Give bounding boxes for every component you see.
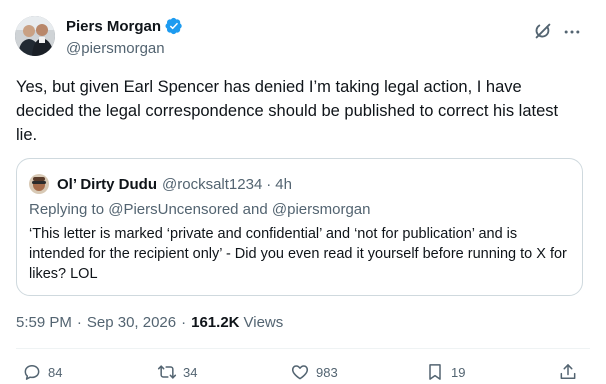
- replying-prefix: Replying to: [29, 201, 109, 218]
- quote-card[interactable]: Ol’ Dirty Dudu @rocksalt1234 · 4h Replyi…: [16, 158, 583, 296]
- author-handle[interactable]: @piersmorgan: [66, 40, 165, 57]
- tweet-text: Yes, but given Earl Spencer has denied I…: [16, 78, 559, 144]
- like-button[interactable]: 983: [290, 362, 338, 382]
- quote-author-name: Ol’ Dirty Dudu: [57, 176, 158, 193]
- bookmark-count: 19: [451, 364, 466, 380]
- quote-separator: ·: [266, 176, 272, 193]
- quote-text: ‘This letter is marked ‘private and conf…: [29, 226, 567, 282]
- reply-icon: [24, 365, 40, 380]
- retweet-count: 34: [183, 364, 198, 380]
- share-icon: [560, 364, 576, 379]
- views-count: 161.2K: [191, 314, 240, 331]
- replying-and: and: [238, 201, 272, 218]
- avatar-image: [15, 16, 55, 56]
- tweet-date[interactable]: Sep 30, 2026: [87, 314, 176, 331]
- author-name[interactable]: Piers Morgan: [66, 17, 183, 35]
- bookmark-button[interactable]: 19: [425, 362, 465, 382]
- verified-badge-icon: [165, 17, 182, 35]
- quote-avatar-image: [29, 174, 49, 194]
- retweet-button[interactable]: 34: [157, 362, 197, 382]
- reply-count: 84: [48, 364, 63, 380]
- quote-timestamp: 4h: [275, 176, 292, 193]
- quote-header: Ol’ Dirty Dudu @rocksalt1234 · 4h: [57, 176, 292, 193]
- meta-separator-1: ·: [76, 314, 82, 331]
- like-count: 983: [316, 364, 338, 380]
- tweet-meta: 5:59 PM · Sep 30, 2026 · 161.2K Views: [16, 314, 283, 331]
- more-icon[interactable]: [562, 22, 582, 42]
- retweet-icon: [157, 365, 177, 379]
- views-label: Views: [243, 314, 284, 331]
- meta-separator-2: ·: [181, 314, 187, 331]
- share-button[interactable]: [558, 362, 578, 382]
- avatar[interactable]: [15, 16, 55, 56]
- quote-author-handle: @rocksalt1234: [162, 176, 263, 193]
- bookmark-icon: [429, 364, 441, 380]
- author-name-text: Piers Morgan: [66, 17, 162, 35]
- grok-icon[interactable]: [532, 20, 554, 42]
- reply-button[interactable]: 84: [22, 362, 62, 382]
- like-icon: [291, 365, 309, 380]
- replying-mention-1: @PiersUncensored: [108, 201, 239, 218]
- quote-avatar: [29, 174, 49, 194]
- divider: [16, 348, 590, 349]
- quote-replying-to: Replying to @PiersUncensored and @piersm…: [29, 201, 371, 218]
- tweet-time[interactable]: 5:59 PM: [16, 314, 72, 331]
- tweet: Piers Morgan @piersmorgan Yes, but given…: [0, 0, 606, 384]
- replying-mention-2: @piersmorgan: [271, 201, 371, 218]
